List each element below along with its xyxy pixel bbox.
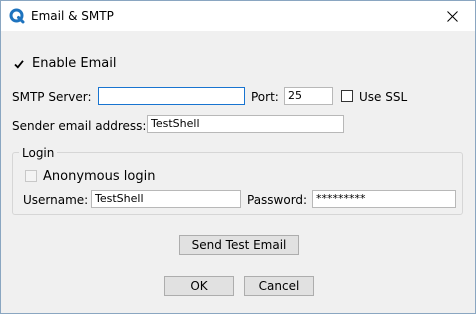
anonymous-login-label: Anonymous login — [43, 169, 156, 184]
username-label: Username: — [23, 193, 89, 207]
sender-email-label: Sender email address: — [12, 119, 147, 133]
password-input[interactable]: ********* — [312, 190, 456, 208]
anonymous-login-checkbox[interactable] — [25, 170, 37, 182]
port-label: Port: — [251, 90, 279, 104]
checkmark-icon — [14, 60, 24, 69]
send-test-email-button[interactable]: Send Test Email — [179, 235, 299, 255]
use-ssl-checkbox[interactable] — [341, 90, 353, 102]
password-label: Password: — [247, 193, 308, 207]
use-ssl-label: Use SSL — [359, 90, 408, 104]
cancel-button[interactable]: Cancel — [244, 276, 314, 296]
close-button[interactable] — [429, 1, 475, 31]
smtp-server-input[interactable] — [98, 87, 245, 105]
window-title: Email & SMTP — [31, 9, 114, 23]
close-icon — [446, 10, 458, 22]
q-logo-icon — [9, 8, 25, 24]
smtp-server-label: SMTP Server: — [12, 90, 92, 104]
sender-email-input[interactable]: TestShell — [147, 115, 344, 133]
enable-email-label: Enable Email — [32, 56, 117, 71]
title-bar: Email & SMTP — [1, 1, 475, 31]
ok-button[interactable]: OK — [164, 276, 234, 296]
email-smtp-dialog: Email & SMTP Enable Email SMTP Server: P… — [0, 0, 476, 314]
port-input[interactable]: 25 — [284, 87, 333, 105]
login-group-label: Login — [19, 146, 58, 160]
username-input[interactable]: TestShell — [91, 190, 241, 208]
enable-email-checkbox[interactable] — [13, 58, 25, 70]
